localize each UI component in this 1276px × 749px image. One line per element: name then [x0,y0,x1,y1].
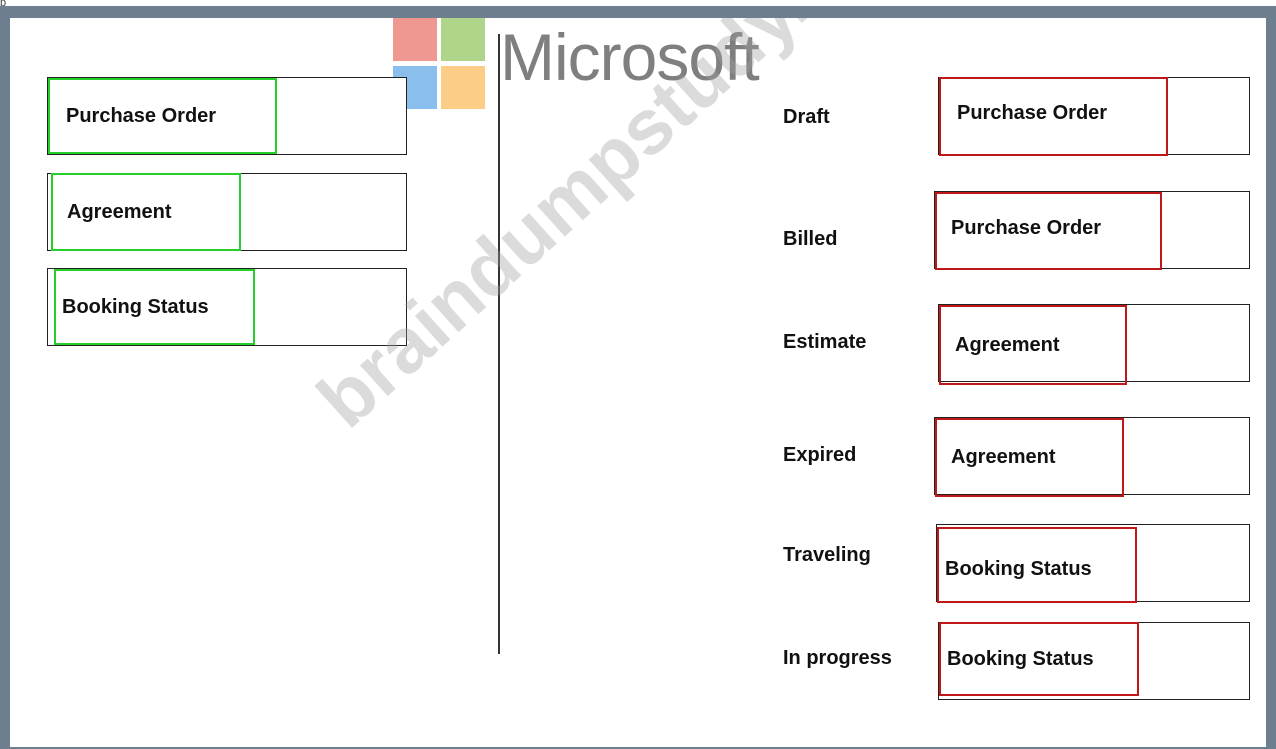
source-tile-agreement[interactable]: Agreement [47,173,407,251]
microsoft-logo-icon [393,18,489,110]
source-tile-label: Purchase Order [66,104,217,127]
answer-label: Agreement [951,446,1056,468]
answer-label: Purchase Order [957,102,1108,124]
answer-highlight: Agreement [939,305,1127,385]
answer-slot-billed[interactable]: Purchase Order [934,191,1250,270]
status-label-draft: Draft [783,106,830,128]
answer-slot-draft[interactable]: Purchase Order [938,77,1250,156]
answer-label: Booking Status [947,647,1094,670]
answer-label: Purchase Order [951,216,1102,239]
answer-label: Agreement [955,333,1060,356]
status-label-in-progress: In progress [783,647,892,669]
source-highlight: Purchase Order [48,78,277,154]
source-highlight: Booking Status [54,269,255,345]
screenshot-frame: Microsoft Purchase Order Agreement Booki… [0,6,1276,749]
answer-slot-expired[interactable]: Agreement [934,417,1250,497]
answer-slot-in-progress[interactable]: Booking Status [938,622,1250,700]
answer-highlight: Booking Status [939,622,1139,696]
logo-square-red [393,18,437,61]
logo-square-yellow [441,66,485,109]
answer-slot-traveling[interactable]: Booking Status [936,524,1250,603]
answer-highlight: Purchase Order [935,192,1162,270]
drag-drop-canvas: Microsoft Purchase Order Agreement Booki… [10,18,1266,747]
source-tile-purchase-order[interactable]: Purchase Order [47,77,407,155]
logo-square-green [441,18,485,61]
answer-highlight: Purchase Order [939,77,1168,156]
microsoft-logo-text: Microsoft [500,20,760,94]
source-highlight: Agreement [51,173,241,251]
answer-highlight: Booking Status [937,527,1137,603]
source-tile-label: Agreement [67,200,172,223]
source-tile-label: Booking Status [62,295,209,318]
status-label-billed: Billed [783,228,838,250]
answer-slot-estimate[interactable]: Agreement [938,304,1250,385]
column-divider [498,34,500,654]
answer-highlight: Agreement [935,418,1124,497]
source-tile-booking-status[interactable]: Booking Status [47,268,407,346]
status-label-estimate: Estimate [783,331,867,353]
status-label-expired: Expired [783,444,857,466]
status-label-traveling: Traveling [783,544,871,566]
answer-label: Booking Status [945,557,1092,580]
